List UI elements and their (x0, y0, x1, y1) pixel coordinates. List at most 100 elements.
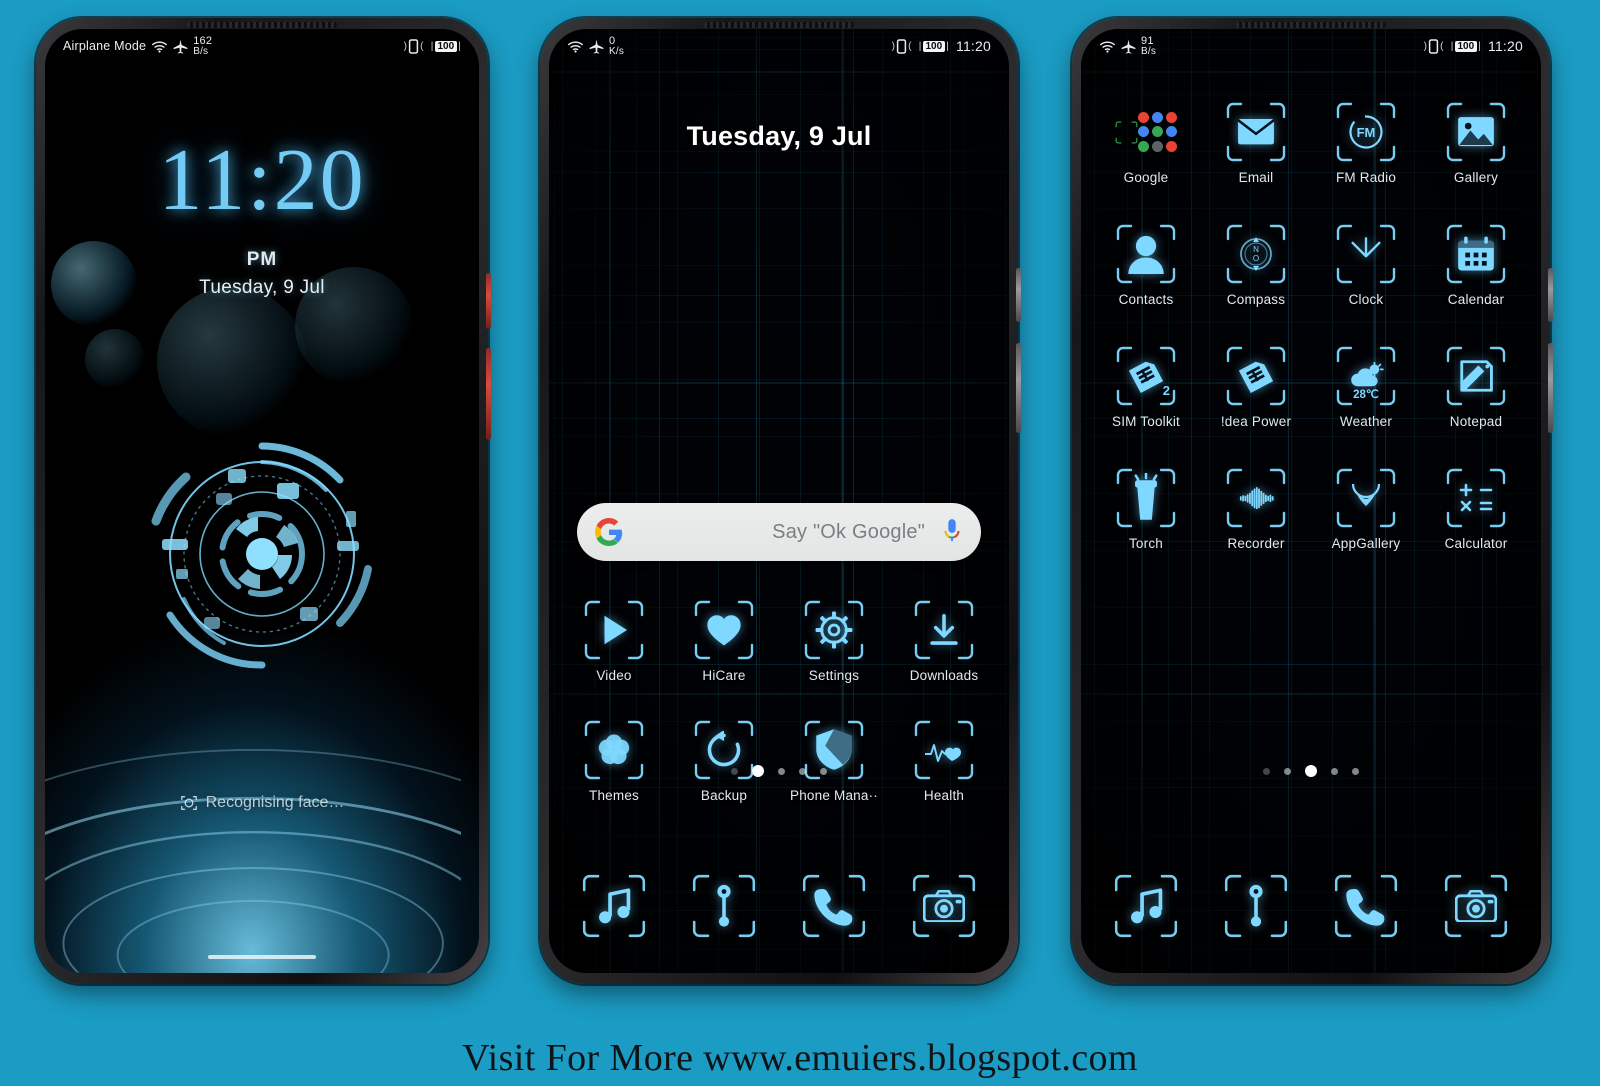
page-indicator[interactable] (549, 765, 1009, 777)
app-icon-gallery[interactable]: Gallery (1421, 101, 1531, 185)
app-icon-calendar[interactable]: Calendar (1421, 223, 1531, 307)
calculator-symbols-icon[interactable] (1445, 467, 1507, 529)
app-icon-notepad[interactable]: Notepad (1421, 345, 1531, 429)
dock-icon-browser[interactable] (669, 873, 779, 939)
music-note-icon[interactable] (1113, 873, 1179, 939)
folder-preview-grid (1138, 112, 1177, 152)
folder-google[interactable] (1115, 101, 1177, 163)
vibrate-icon: )( (891, 38, 912, 54)
app-icon-email[interactable]: Email (1201, 101, 1311, 185)
app-icon-settings[interactable]: Settings (779, 599, 889, 683)
app-icon-recorder[interactable]: Recorder (1201, 467, 1311, 551)
page-dot[interactable] (1352, 767, 1359, 775)
app-icon-fm-radio[interactable]: FM FM Radio (1311, 101, 1421, 185)
app-label: SIM Toolkit (1112, 414, 1180, 429)
play-icon[interactable] (583, 599, 645, 661)
app-icon-clock[interactable]: Clock (1311, 223, 1421, 307)
envelope-icon[interactable] (1225, 101, 1287, 163)
sun-cloud-icon[interactable]: 28℃ (1335, 345, 1397, 407)
google-g-icon (595, 518, 623, 546)
app-icon-sim-toolkit[interactable]: 2 SIM Toolkit (1091, 345, 1201, 429)
compass-icon[interactable]: NO (1225, 223, 1287, 285)
music-note-icon[interactable] (581, 873, 647, 939)
page-dot[interactable] (731, 767, 738, 775)
power-button[interactable] (486, 273, 491, 329)
page-dot[interactable] (1331, 767, 1338, 775)
volume-button[interactable] (486, 348, 491, 440)
fm-radio-icon[interactable]: FM (1335, 101, 1397, 163)
app-icon-calculator[interactable]: Calculator (1421, 467, 1531, 551)
page-dot[interactable] (778, 767, 785, 775)
page-dot[interactable] (799, 767, 806, 775)
circular-arrow-icon-glyph (705, 731, 743, 769)
page-indicator[interactable] (1081, 765, 1541, 777)
dock-icon-music[interactable] (1091, 873, 1201, 939)
app-icon-downloads[interactable]: Downloads (889, 599, 999, 683)
phone-handset-icon[interactable] (1333, 873, 1399, 939)
app-icon-google[interactable]: Google (1091, 101, 1201, 185)
calendar-icon[interactable] (1445, 223, 1507, 285)
app-label: Phone Mana·· (790, 788, 878, 803)
gear-icon[interactable] (803, 599, 865, 661)
app-icon-themes[interactable]: Themes (559, 719, 669, 803)
browser-compass-icon[interactable] (691, 873, 757, 939)
app-icon-backup[interactable]: Backup (669, 719, 779, 803)
page-dot[interactable] (1263, 767, 1270, 775)
home-indicator[interactable] (208, 955, 316, 959)
app-icon-weather[interactable]: 28℃ Weather (1311, 345, 1421, 429)
page-dot[interactable] (820, 767, 827, 775)
power-button[interactable] (1016, 268, 1021, 322)
dock-icon-phone[interactable] (1311, 873, 1421, 939)
huawei-flower-icon[interactable] (1335, 467, 1397, 529)
picture-icon[interactable] (1445, 101, 1507, 163)
date-widget[interactable]: Tuesday, 9 Jul (549, 121, 1009, 152)
microphone-icon[interactable] (941, 517, 963, 547)
app-label: Clock (1348, 292, 1384, 307)
huawei-flower-icon-glyph (1347, 479, 1385, 517)
app-icon-phone-mana[interactable]: Phone Mana·· (779, 719, 889, 803)
browser-compass-icon[interactable] (1223, 873, 1289, 939)
dock-icon-browser[interactable] (1201, 873, 1311, 939)
waveform-icon[interactable] (1225, 467, 1287, 529)
page-dot[interactable] (1284, 767, 1291, 775)
app-icon-dea-power[interactable]: !dea Power (1201, 345, 1311, 429)
phone-handset-icon[interactable] (801, 873, 867, 939)
folder-app-dot (1138, 126, 1149, 138)
dock-icon-camera[interactable] (889, 873, 999, 939)
play-icon-glyph (595, 611, 633, 649)
app-icon-contacts[interactable]: Contacts (1091, 223, 1201, 307)
volume-button[interactable] (1016, 343, 1021, 433)
heart-icon[interactable] (693, 599, 755, 661)
page-dot[interactable] (752, 765, 764, 777)
svg-text:N: N (1253, 245, 1259, 254)
sim-card-icon[interactable]: 2 (1115, 345, 1177, 407)
volume-button[interactable] (1548, 343, 1553, 433)
note-pencil-icon[interactable] (1445, 345, 1507, 407)
app-icon-health[interactable]: Health (889, 719, 999, 803)
flashlight-icon[interactable] (1115, 467, 1177, 529)
sim-card-icon[interactable] (1225, 345, 1287, 407)
app-label: Gallery (1453, 170, 1499, 185)
dock-icon-music[interactable] (559, 873, 669, 939)
app-icon-appgallery[interactable]: AppGallery (1311, 467, 1421, 551)
search-placeholder[interactable]: Say "Ok Google" (623, 521, 941, 544)
home-display-2: 0 K/s )( | 100 | 11:20 Tuesday, 9 Jul Sa… (549, 29, 1009, 973)
person-icon[interactable] (1115, 223, 1177, 285)
download-arrow-icon[interactable] (913, 599, 975, 661)
app-icon-video[interactable]: Video (559, 599, 669, 683)
dock-icon-phone[interactable] (779, 873, 889, 939)
app-icon-compass[interactable]: N O Compass (1201, 223, 1311, 307)
power-button[interactable] (1548, 268, 1553, 322)
camera-icon[interactable] (911, 873, 977, 939)
dock-icon-camera[interactable] (1421, 873, 1531, 939)
app-icon-hicare[interactable]: HiCare (669, 599, 779, 683)
page-dot[interactable] (1305, 765, 1317, 777)
person-icon-glyph (1127, 235, 1165, 275)
heart-icon-glyph (705, 611, 743, 649)
google-search-bar[interactable]: Say "Ok Google" (577, 503, 981, 561)
camera-icon[interactable] (1443, 873, 1509, 939)
clock-hands-icon[interactable] (1335, 223, 1397, 285)
flower-pinwheel-icon-glyph (595, 731, 633, 769)
app-icon-torch[interactable]: Torch (1091, 467, 1201, 551)
battery-indicator: | 100 | (1450, 40, 1481, 52)
